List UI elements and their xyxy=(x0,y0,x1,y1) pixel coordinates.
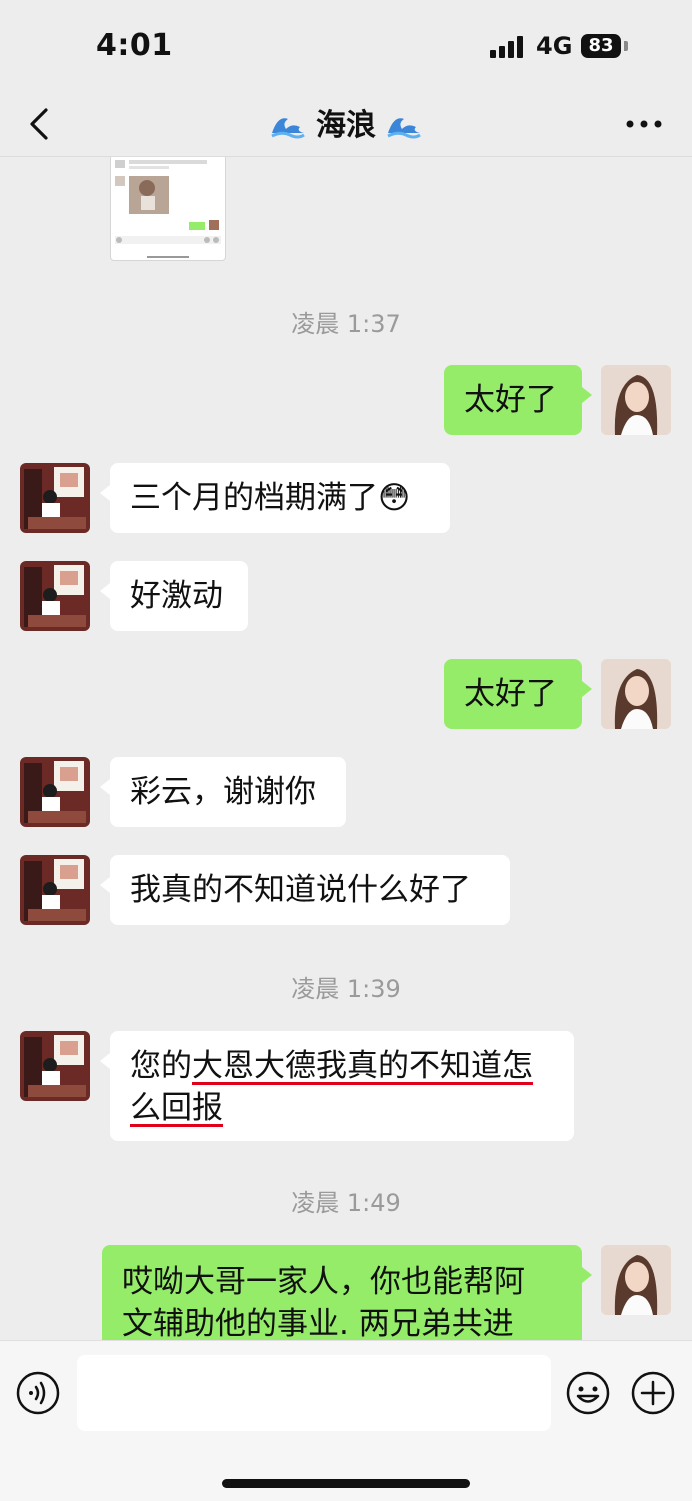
nav-bar: 海浪 xyxy=(0,92,692,157)
emoji-button[interactable] xyxy=(566,1371,610,1415)
emoji-icon xyxy=(566,1371,610,1415)
message-bubble-incoming[interactable]: 彩云，谢谢你 xyxy=(100,757,346,827)
message-line: 文辅助他的事业. 两兄弟共进 xyxy=(122,1306,514,1340)
message-text: 您的 xyxy=(130,1048,192,1084)
message-input[interactable] xyxy=(77,1355,551,1431)
timestamp: 凌晨 1:37 xyxy=(291,310,401,338)
avatar-contact[interactable] xyxy=(20,757,90,827)
message-bubble-incoming[interactable]: 三个月的档期满了😳 xyxy=(100,463,450,533)
message-bubble-incoming[interactable]: 我真的不知道说什么好了 xyxy=(100,855,510,925)
chat-title-text: 海浪 xyxy=(316,108,376,143)
message-bubble-outgoing[interactable]: 哎呦大哥一家人，你也能帮阿 文辅助他的事业. 两兄弟共进 xyxy=(102,1245,592,1340)
plus-icon xyxy=(631,1371,675,1415)
message-bubble-outgoing[interactable]: 太好了 xyxy=(444,659,592,729)
voice-icon xyxy=(16,1371,60,1415)
signal-icon xyxy=(490,36,528,58)
image-message-screenshot[interactable] xyxy=(110,157,226,261)
avatar-contact-image xyxy=(20,463,90,533)
avatar-me-image xyxy=(601,659,671,729)
avatar-contact[interactable] xyxy=(20,561,90,631)
battery-icon: 83 xyxy=(581,34,621,58)
message-bubble-outgoing[interactable]: 太好了 xyxy=(444,365,592,435)
more-functions-button[interactable] xyxy=(631,1371,675,1415)
avatar-me[interactable] xyxy=(601,659,671,729)
avatar-contact-image xyxy=(20,757,90,827)
message-text: 三个月的档期满了 xyxy=(130,480,378,516)
message-bubble-incoming[interactable]: 好激动 xyxy=(100,561,248,631)
avatar-contact-image xyxy=(20,561,90,631)
message-bubble-incoming[interactable]: 您的大恩大德我真的不知道怎么回报 xyxy=(100,1031,574,1141)
avatar-me-image xyxy=(601,365,671,435)
message-line: 哎呦大哥一家人，你也能帮阿 xyxy=(122,1264,525,1300)
avatar-contact[interactable] xyxy=(20,1031,90,1101)
chat-title: 海浪 xyxy=(0,100,692,144)
avatar-me[interactable] xyxy=(601,1245,671,1315)
input-bar xyxy=(0,1340,692,1501)
status-bar: 4:01 4G 83 xyxy=(0,0,692,92)
avatar-me[interactable] xyxy=(601,365,671,435)
status-time: 4:01 xyxy=(96,28,173,63)
wave-icon xyxy=(387,118,422,139)
flushed-emoji: 😳 xyxy=(378,480,411,516)
home-indicator xyxy=(222,1479,470,1488)
more-dots-icon xyxy=(626,120,662,128)
avatar-contact-image xyxy=(20,855,90,925)
battery-tip xyxy=(624,41,628,51)
timestamp: 凌晨 1:39 xyxy=(291,975,401,1003)
avatar-me-image xyxy=(601,1245,671,1315)
network-type: 4G xyxy=(536,32,573,60)
more-button[interactable] xyxy=(620,106,668,142)
avatar-contact[interactable] xyxy=(20,463,90,533)
chat-area[interactable]: 凌晨 1:37 太好了 三个月的档期满了😳 好激动 太好了 彩云，谢谢你 我真的… xyxy=(0,157,692,1340)
avatar-contact[interactable] xyxy=(20,855,90,925)
timestamp: 凌晨 1:49 xyxy=(291,1189,401,1217)
wave-icon xyxy=(270,118,305,139)
screenshot-thumbnail xyxy=(115,160,221,258)
voice-button[interactable] xyxy=(16,1371,60,1415)
avatar-contact-image xyxy=(20,1031,90,1101)
